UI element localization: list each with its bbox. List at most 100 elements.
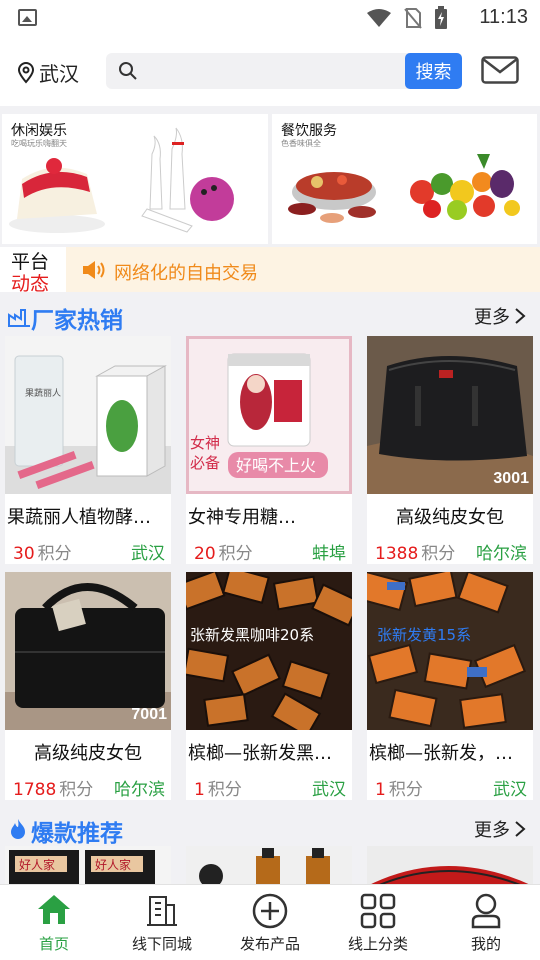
tab-label: 首页 (38, 935, 69, 953)
product-price: 1388 积分 (375, 539, 455, 564)
product-city: 蚌埠 (312, 544, 346, 564)
product-city: 哈尔滨 (114, 780, 165, 800)
price-unit: 积分 (388, 780, 423, 800)
hot-section-header: 爆款推荐 更多 (0, 808, 540, 848)
product-city: 武汉 (131, 544, 165, 564)
product-name: 高级纯皮女包 (396, 507, 504, 528)
product-image: 张新发黑咖啡20系 (186, 572, 352, 730)
price-value: 1 (194, 780, 205, 800)
product-card[interactable]: 果蔬丽人 果蔬丽人植物酵… 30 积分 武汉 (5, 336, 171, 564)
notice-tag: 平台 动态 (0, 247, 64, 295)
product-card[interactable]: 女神 必备 好喝不上火 女神专用糖… 20 积分 蚌埠 (186, 336, 352, 564)
price-unit: 积分 (37, 544, 72, 564)
section-title: 厂家热销 (31, 308, 123, 334)
tab-label: 发布产品 (239, 935, 300, 953)
price-unit: 积分 (59, 780, 94, 800)
price-value: 1 (375, 780, 386, 800)
location-selector[interactable]: 武汉 (16, 58, 79, 87)
category-dining[interactable]: 餐饮服务 色香味俱全 (272, 114, 537, 244)
top-bar: 武汉 搜索 (0, 36, 540, 106)
product-card[interactable]: 7001 高级纯皮女包 1788 积分 哈尔滨 (5, 572, 171, 800)
candy-slogan1: 女神 (190, 434, 220, 452)
grid-icon (360, 893, 396, 929)
price-value: 1388 (375, 544, 419, 564)
chevron-right-icon[interactable] (514, 307, 526, 325)
tab-mine[interactable]: 我的 (432, 885, 540, 960)
gallery-notification-icon (18, 9, 37, 26)
more-link[interactable]: 更多 (474, 816, 510, 842)
product-price: 1 积分 (375, 775, 423, 800)
tab-publish[interactable]: 发布产品 (216, 885, 324, 960)
plus-circle-icon (252, 893, 288, 929)
candy-slogan2: 必备 (190, 454, 220, 472)
product-city: 哈尔滨 (476, 544, 527, 564)
candy-banner: 好喝不上火 (236, 456, 316, 475)
product-image-number: 7001 (131, 706, 167, 723)
price-value: 30 (13, 544, 35, 564)
tab-label: 线上分类 (347, 935, 408, 953)
product-image: 3001 (367, 336, 533, 494)
thumb-label: 好人家 (95, 857, 131, 872)
no-sim-icon (404, 8, 422, 29)
tab-label: 我的 (470, 935, 501, 953)
search-input[interactable] (146, 61, 396, 81)
notice-tag-line2: 动态 (11, 273, 50, 295)
factory-section-header: 厂家热销 更多 (0, 295, 540, 335)
betel-black-text: 张新发黑咖啡20系 (190, 626, 314, 644)
betel-blue-text: 张新发黄15系 (377, 626, 471, 644)
battery-charging-icon (435, 6, 447, 29)
product-card[interactable]: 张新发黑咖啡20系 槟榔—张新发黑… 1 积分 武汉 (186, 572, 352, 800)
product-city: 武汉 (493, 780, 527, 800)
product-image-number: 3001 (493, 470, 529, 487)
speaker-icon (83, 261, 105, 279)
product-name: 槟榔—张新发，… (369, 743, 513, 764)
mail-icon[interactable] (481, 56, 519, 84)
search-button[interactable]: 搜索 (405, 53, 462, 89)
notice-bar: 网络化的自由交易 (66, 247, 540, 292)
category-title: 休闲娱乐 (11, 123, 67, 139)
hot-product-thumb[interactable] (186, 846, 352, 886)
building-icon (147, 896, 177, 926)
chevron-right-icon[interactable] (514, 820, 526, 838)
location-pin-icon (17, 61, 35, 84)
search-icon (119, 62, 137, 80)
hot-product-thumb[interactable]: 好人家 好人家 (5, 846, 171, 886)
more-link[interactable]: 更多 (474, 303, 510, 329)
flame-icon (11, 819, 25, 839)
price-unit: 积分 (421, 544, 456, 564)
tab-home[interactable]: 首页 (0, 885, 108, 960)
location-label: 武汉 (39, 62, 79, 86)
product-price: 20 积分 (194, 539, 253, 564)
product-image: 女神 必备 好喝不上火 (186, 336, 352, 494)
box-text: 果蔬丽人 (25, 387, 61, 399)
product-price: 1788 积分 (13, 775, 93, 800)
factory-icon (8, 309, 30, 327)
product-name: 女神专用糖… (188, 507, 296, 528)
product-card[interactable]: 张新发黄15系 槟榔—张新发，… 1 积分 武汉 (367, 572, 533, 800)
status-bar: 11:13 (0, 0, 540, 36)
wifi-icon (367, 9, 391, 27)
category-leisure[interactable]: 休闲娱乐 吃喝玩乐嗨翻天 (2, 114, 268, 244)
thumb-label: 好人家 (19, 857, 55, 872)
platform-notice[interactable]: 平台 动态 网络化的自由交易 (0, 247, 540, 295)
category-subtitle: 色香味俱全 (281, 139, 321, 148)
product-name: 槟榔—张新发黑… (188, 743, 332, 764)
search-box: 搜索 (106, 53, 462, 89)
product-name: 高级纯皮女包 (34, 743, 142, 764)
tab-online-category[interactable]: 线上分类 (324, 885, 432, 960)
product-image: 张新发黄15系 (367, 572, 533, 730)
product-image: 果蔬丽人 (5, 336, 171, 494)
tab-offline-city[interactable]: 线下同城 (108, 885, 216, 960)
product-name: 果蔬丽人植物酵… (7, 507, 151, 528)
category-subtitle: 吃喝玩乐嗨翻天 (11, 139, 67, 148)
product-price: 1 积分 (194, 775, 242, 800)
product-image: 7001 (5, 572, 171, 730)
bottom-tab-bar: 首页 线下同城 发布产品 线上分类 我的 (0, 884, 540, 960)
product-card[interactable]: 3001 高级纯皮女包 1388 积分 哈尔滨 (367, 336, 533, 564)
hot-product-thumb[interactable] (367, 846, 533, 886)
product-city: 武汉 (312, 780, 346, 800)
home-icon (38, 895, 70, 924)
tab-label: 线下同城 (131, 935, 192, 953)
price-unit: 积分 (207, 780, 242, 800)
notice-text: 网络化的自由交易 (114, 263, 258, 284)
